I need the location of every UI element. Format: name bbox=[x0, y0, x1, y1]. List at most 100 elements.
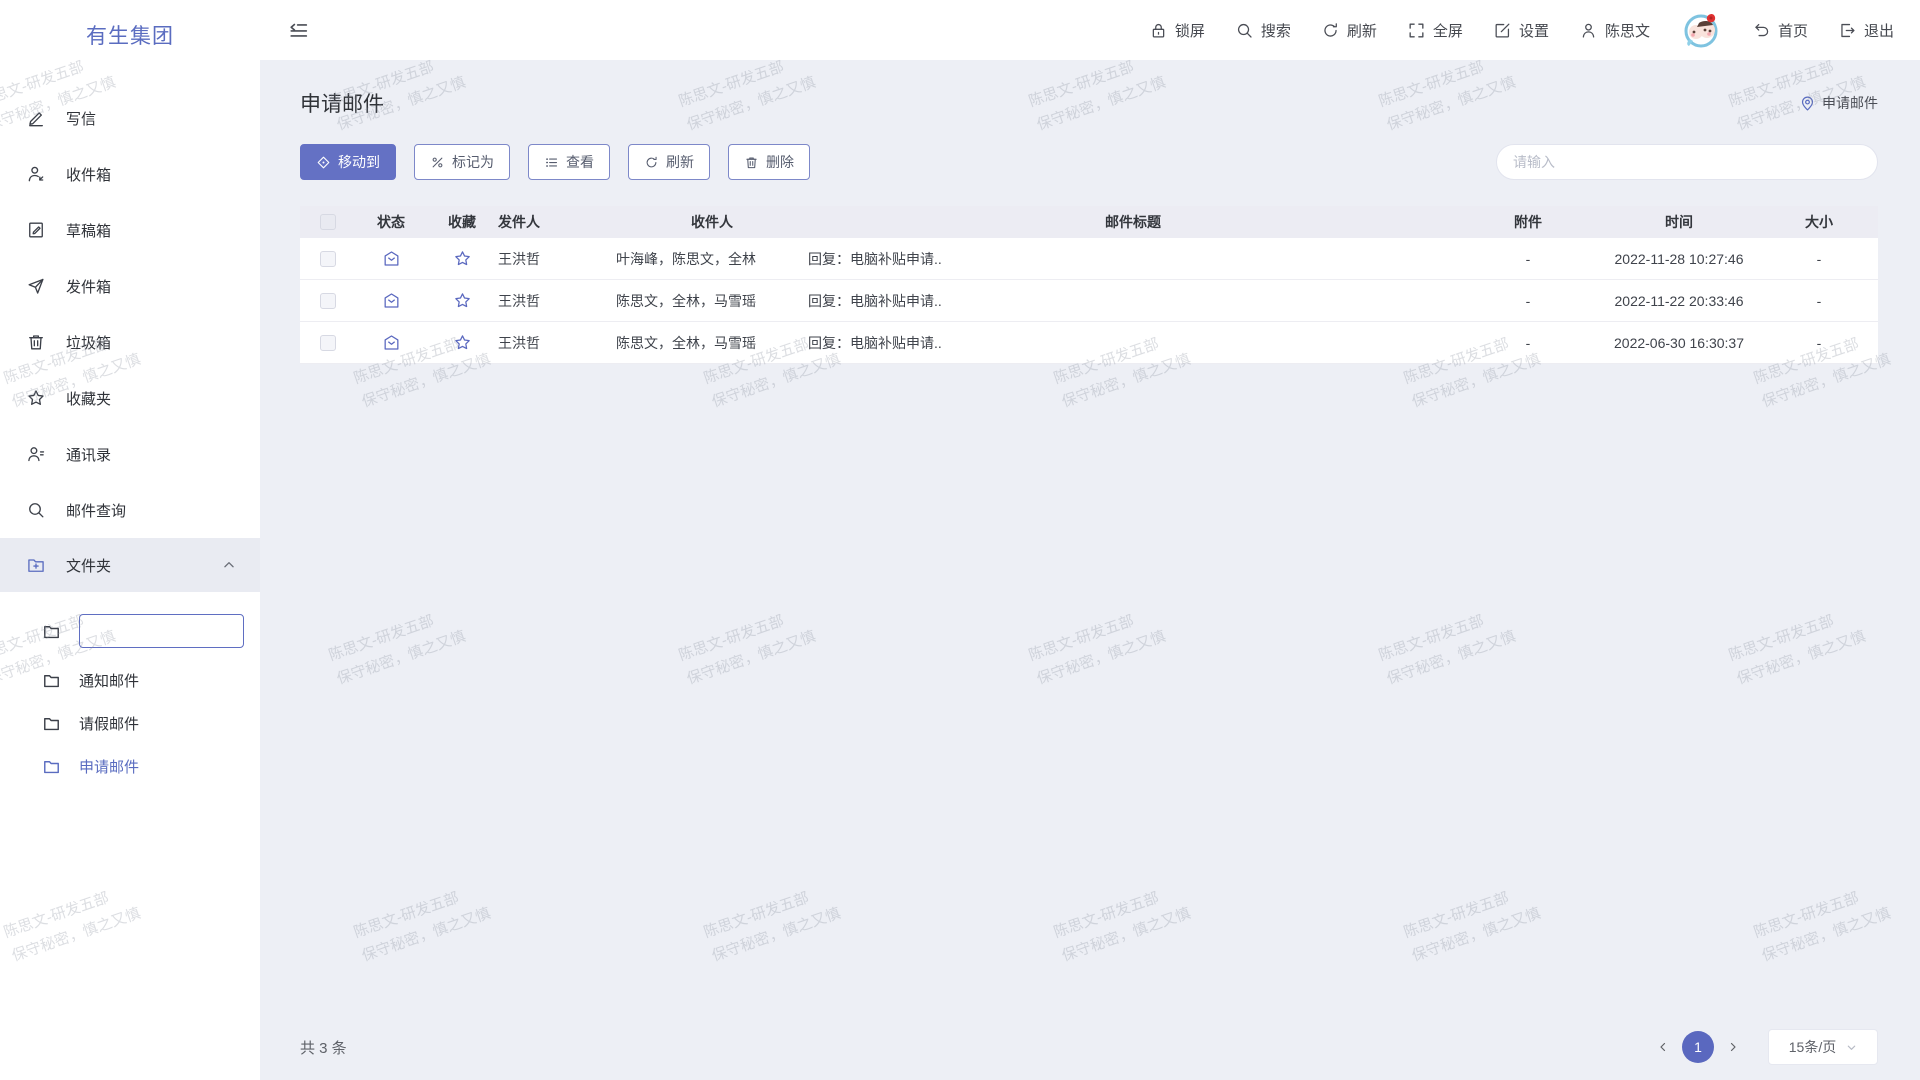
user-avatar[interactable] bbox=[1680, 9, 1722, 51]
refresh-button[interactable]: 刷新 bbox=[1321, 20, 1377, 41]
current-user-label: 陈思文 bbox=[1605, 20, 1650, 41]
home-undo-icon bbox=[1752, 21, 1771, 40]
sidebar-item-label: 写信 bbox=[66, 108, 96, 129]
sidebar-item-label: 邮件查询 bbox=[66, 500, 126, 521]
row-checkbox[interactable] bbox=[320, 293, 336, 309]
sidebar-folder-notice[interactable]: 通知邮件 bbox=[0, 670, 260, 691]
sidebar-section-folders[interactable]: 文件夹 bbox=[0, 538, 260, 592]
total-count: 共 3 条 bbox=[300, 1037, 347, 1058]
folder-icon bbox=[42, 671, 61, 690]
view-button[interactable]: 查看 bbox=[528, 144, 610, 180]
global-search-label: 搜索 bbox=[1261, 20, 1291, 41]
cell-subject[interactable]: 回复：电脑补贴申请.. bbox=[808, 291, 1458, 311]
cell-attachment: - bbox=[1458, 335, 1598, 351]
lock-screen-button[interactable]: 锁屏 bbox=[1149, 20, 1205, 41]
star-toggle-icon[interactable] bbox=[453, 249, 472, 268]
list-icon bbox=[544, 155, 559, 170]
folder-label: 申请邮件 bbox=[79, 756, 139, 777]
chevron-down-icon bbox=[1846, 1042, 1857, 1053]
sidebar-folder-apply[interactable]: 申请邮件 bbox=[0, 756, 260, 777]
sidebar-item-label: 垃圾箱 bbox=[66, 332, 111, 353]
mail-status-icon[interactable] bbox=[382, 249, 401, 268]
sidebar-item-inbox[interactable]: 收件箱 bbox=[0, 146, 260, 202]
cell-size: - bbox=[1760, 251, 1878, 267]
col-star: 收藏 bbox=[426, 212, 498, 232]
sidebar-item-sent[interactable]: 发件箱 bbox=[0, 258, 260, 314]
star-toggle-icon[interactable] bbox=[453, 291, 472, 310]
mail-toolbar: 移动到 标记为 查看 刷新 删除 bbox=[300, 144, 810, 180]
prev-page-button[interactable] bbox=[1650, 1034, 1676, 1060]
chevron-right-icon bbox=[1727, 1041, 1739, 1053]
global-search-button[interactable]: 搜索 bbox=[1235, 20, 1291, 41]
fullscreen-icon bbox=[1407, 21, 1426, 40]
sidebar-item-contacts[interactable]: 通讯录 bbox=[0, 426, 260, 482]
refresh-icon bbox=[644, 155, 659, 170]
sidebar: 有生集团 写信 收件箱 草稿箱 发件箱 垃圾箱 收藏夹 通讯录 bbox=[0, 0, 260, 1080]
sidebar-item-compose[interactable]: 写信 bbox=[0, 90, 260, 146]
sidebar-item-label: 通讯录 bbox=[66, 444, 111, 465]
page-number[interactable]: 1 bbox=[1682, 1031, 1714, 1063]
delete-button[interactable]: 删除 bbox=[728, 144, 810, 180]
col-status: 状态 bbox=[356, 212, 426, 232]
mark-as-button[interactable]: 标记为 bbox=[414, 144, 510, 180]
folder-label: 请假邮件 bbox=[79, 713, 139, 734]
logout-icon bbox=[1838, 21, 1857, 40]
contacts-icon bbox=[26, 444, 46, 464]
topbar: 锁屏 搜索 刷新 全屏 设置 陈思文 首页 bbox=[260, 0, 1920, 60]
folder-label: 通知邮件 bbox=[79, 670, 139, 691]
page-size-value: 15条/页 bbox=[1789, 1037, 1836, 1057]
mail-row[interactable]: 王洪哲 叶海峰，陈思文，全林 回复：电脑补贴申请.. - 2022-11-28 … bbox=[300, 238, 1878, 280]
mail-status-icon[interactable] bbox=[382, 333, 401, 352]
cell-subject[interactable]: 回复：电脑补贴申请.. bbox=[808, 333, 1458, 353]
move-to-button[interactable]: 移动到 bbox=[300, 144, 396, 180]
sidebar-item-mail-search[interactable]: 邮件查询 bbox=[0, 482, 260, 538]
cell-attachment: - bbox=[1458, 251, 1598, 267]
fullscreen-button[interactable]: 全屏 bbox=[1407, 20, 1463, 41]
select-all-checkbox[interactable] bbox=[320, 214, 336, 230]
sidebar-item-label: 发件箱 bbox=[66, 276, 111, 297]
draft-doc-icon bbox=[26, 220, 46, 240]
star-toggle-icon[interactable] bbox=[453, 333, 472, 352]
chevron-left-icon bbox=[1657, 1041, 1669, 1053]
sidebar-item-favorites[interactable]: 收藏夹 bbox=[0, 370, 260, 426]
folder-icon bbox=[42, 757, 61, 776]
current-user-button[interactable]: 陈思文 bbox=[1579, 20, 1650, 41]
delete-label: 删除 bbox=[766, 152, 794, 172]
chevron-up-icon[interactable] bbox=[222, 558, 236, 572]
sidebar-item-drafts[interactable]: 草稿箱 bbox=[0, 202, 260, 258]
home-label: 首页 bbox=[1778, 20, 1808, 41]
sidebar-item-label: 收件箱 bbox=[66, 164, 111, 185]
sidebar-nav: 写信 收件箱 草稿箱 发件箱 垃圾箱 收藏夹 通讯录 邮件查询 bbox=[0, 90, 260, 538]
user-icon bbox=[1579, 21, 1598, 40]
logout-button[interactable]: 退出 bbox=[1838, 20, 1894, 41]
sidebar-folder-leave[interactable]: 请假邮件 bbox=[0, 713, 260, 734]
next-page-button[interactable] bbox=[1720, 1034, 1746, 1060]
topbar-actions: 锁屏 搜索 刷新 全屏 设置 陈思文 首页 bbox=[1149, 9, 1920, 51]
folder-icon bbox=[42, 622, 61, 641]
mail-status-icon[interactable] bbox=[382, 291, 401, 310]
refresh-list-button[interactable]: 刷新 bbox=[628, 144, 710, 180]
cell-attachment: - bbox=[1458, 293, 1598, 309]
cell-subject[interactable]: 回复：电脑补贴申请.. bbox=[808, 249, 1458, 269]
cell-size: - bbox=[1760, 335, 1878, 351]
trash-icon bbox=[744, 155, 759, 170]
send-icon bbox=[26, 276, 46, 296]
mail-row[interactable]: 王洪哲 陈思文，全林，马雪瑶 回复：电脑补贴申请.. - 2022-06-30 … bbox=[300, 322, 1878, 364]
avatar-image bbox=[1680, 9, 1722, 51]
mail-row[interactable]: 王洪哲 陈思文，全林，马雪瑶 回复：电脑补贴申请.. - 2022-11-22 … bbox=[300, 280, 1878, 322]
row-checkbox[interactable] bbox=[320, 335, 336, 351]
folders-label: 文件夹 bbox=[66, 555, 111, 576]
mail-search-input[interactable] bbox=[1496, 144, 1878, 180]
new-folder-input[interactable] bbox=[79, 614, 244, 648]
breadcrumb: 申请邮件 bbox=[1799, 93, 1878, 113]
page-size-select[interactable]: 15条/页 bbox=[1768, 1029, 1878, 1065]
cell-time: 2022-11-22 20:33:46 bbox=[1598, 293, 1760, 309]
cell-recipients: 陈思文，全林，马雪瑶 bbox=[616, 291, 808, 311]
settings-button[interactable]: 设置 bbox=[1493, 20, 1549, 41]
mark-as-label: 标记为 bbox=[452, 152, 494, 172]
lock-screen-label: 锁屏 bbox=[1175, 20, 1205, 41]
sidebar-item-trash[interactable]: 垃圾箱 bbox=[0, 314, 260, 370]
collapse-sidebar-icon[interactable] bbox=[288, 19, 310, 41]
home-button[interactable]: 首页 bbox=[1752, 20, 1808, 41]
row-checkbox[interactable] bbox=[320, 251, 336, 267]
